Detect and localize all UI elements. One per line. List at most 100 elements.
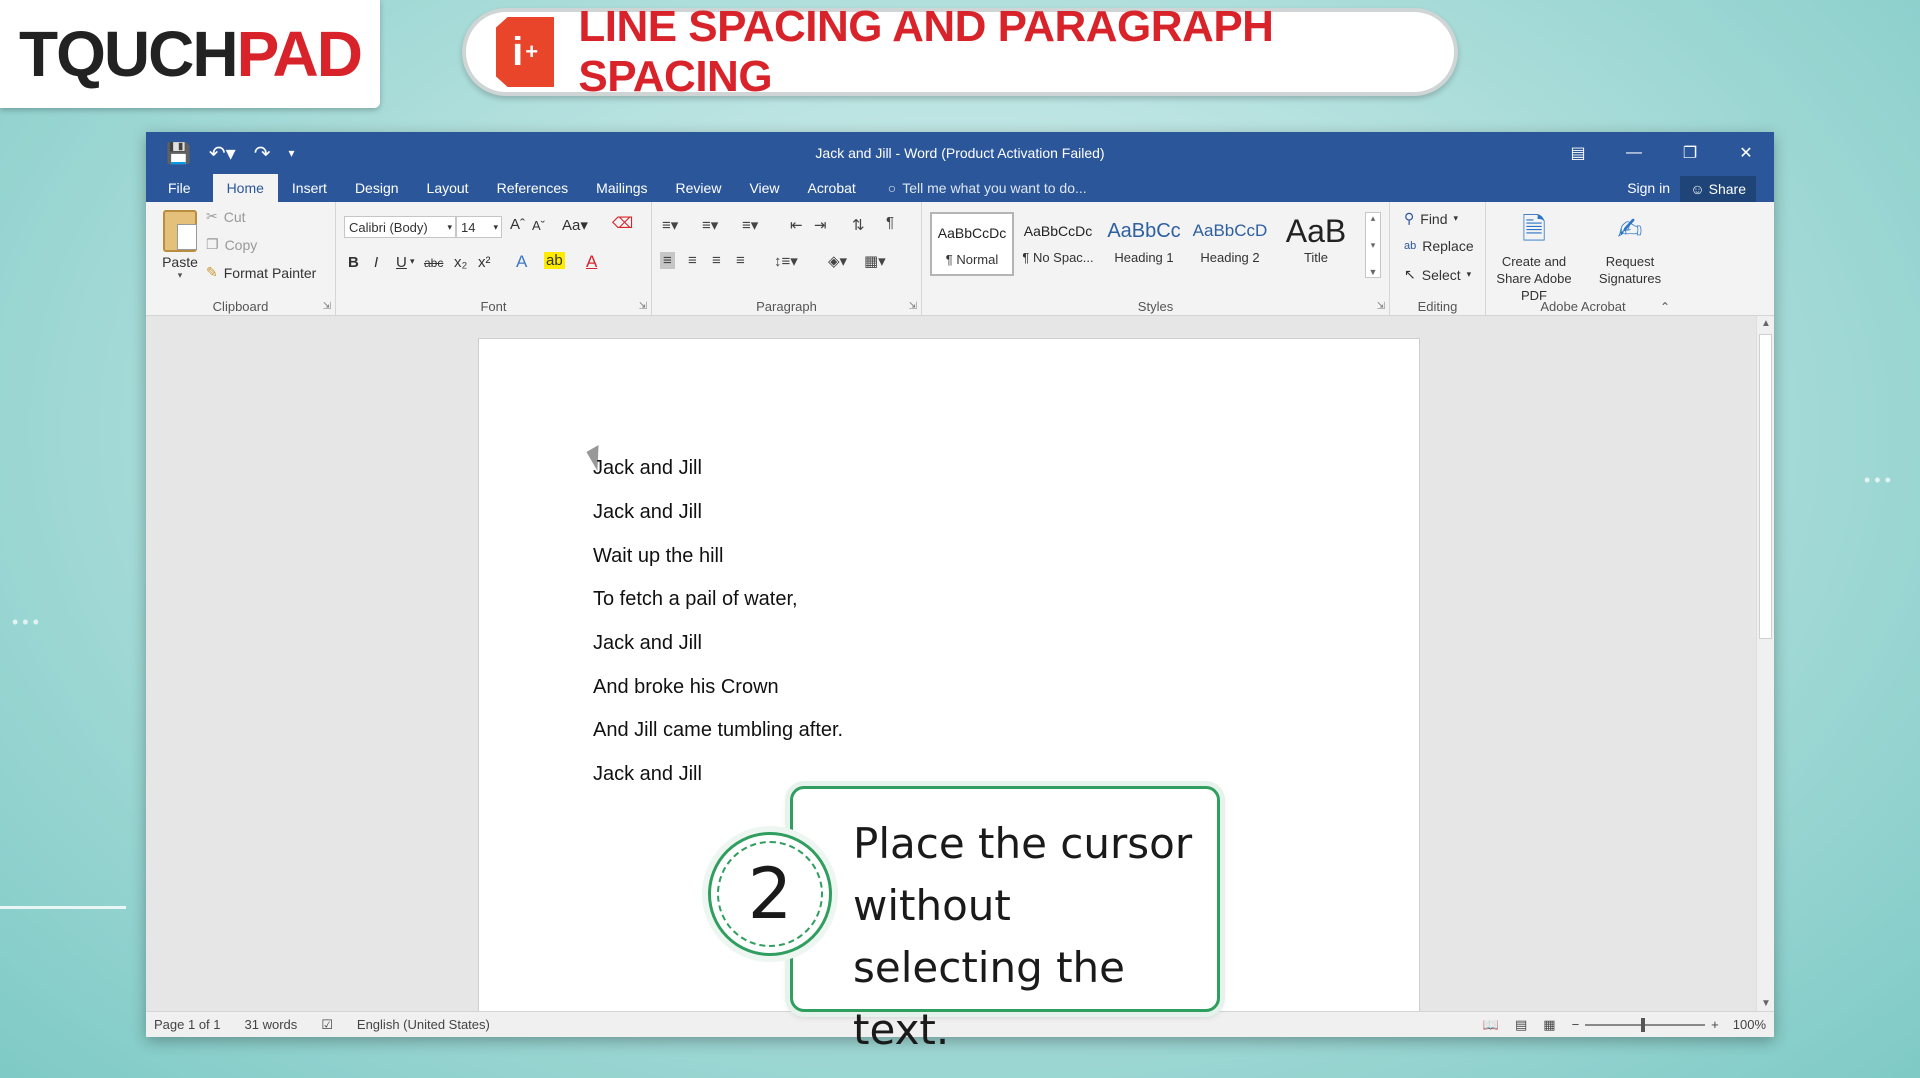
share-button[interactable]: ☺ Share <box>1680 176 1756 202</box>
print-layout-icon[interactable]: ▤ <box>1515 1017 1527 1033</box>
bullets-icon[interactable]: ≡▾ <box>662 216 678 234</box>
style-no-spacing[interactable]: AaBbCcDc ¶ No Spac... <box>1016 212 1100 276</box>
close-button[interactable]: ✕ <box>1718 132 1774 174</box>
grow-font-icon[interactable]: Aˆ <box>510 216 525 233</box>
language[interactable]: English (United States) <box>357 1017 490 1032</box>
replace-button[interactable]: ab Replace <box>1404 238 1474 254</box>
tab-acrobat[interactable]: Acrobat <box>794 174 870 202</box>
minimize-button[interactable]: — <box>1606 132 1662 174</box>
chevron-down-icon[interactable]: ▼ <box>1757 998 1774 1009</box>
web-layout-icon[interactable]: ▦ <box>1543 1017 1555 1033</box>
chevron-up-icon[interactable]: ▲ <box>1757 318 1774 329</box>
subscript-icon[interactable]: x₂ <box>454 254 467 271</box>
font-size-select[interactable]: 14 ▾ <box>456 216 502 238</box>
collapse-ribbon-icon[interactable]: ⌃ <box>1660 300 1670 314</box>
tab-home[interactable]: Home <box>212 174 278 202</box>
ribbon-display-options-icon[interactable]: ▤ <box>1550 132 1606 174</box>
tell-me-box[interactable]: ○ Tell me what you want to do... <box>888 174 1087 202</box>
line-spacing-icon[interactable]: ↕≡▾ <box>774 252 798 270</box>
sort-icon[interactable]: ⇅ <box>852 216 865 234</box>
chevron-down-icon[interactable]: ▾ <box>1371 240 1376 251</box>
justify-icon[interactable]: ≡ <box>736 252 745 269</box>
increase-indent-icon[interactable]: ⇥ <box>814 216 827 234</box>
chevron-up-icon[interactable]: ▴ <box>1371 213 1376 224</box>
shading-icon[interactable]: ◈▾ <box>828 252 847 270</box>
align-left-icon[interactable]: ≡ <box>660 252 675 269</box>
style-heading-1[interactable]: AaBbCc Heading 1 <box>1102 212 1186 276</box>
paragraph-line[interactable]: To fetch a pail of water, <box>593 588 798 611</box>
word-count[interactable]: 31 words <box>245 1017 298 1032</box>
zoom-in-icon[interactable]: + <box>1711 1017 1719 1032</box>
style-title[interactable]: AaB Title <box>1274 212 1358 276</box>
tab-review[interactable]: Review <box>662 174 736 202</box>
chevron-down-icon[interactable]: ▾ <box>410 256 415 267</box>
tab-references[interactable]: References <box>483 174 583 202</box>
style-normal[interactable]: AaBbCcDc ¶ Normal <box>930 212 1014 276</box>
paragraph-line[interactable]: Jack and Jill <box>593 501 702 524</box>
dialog-launcher-icon[interactable]: ⇲ <box>639 301 647 312</box>
vertical-scrollbar[interactable]: ▲ ▼ <box>1756 316 1774 1011</box>
paragraph-line[interactable]: Wait up the hill <box>593 545 723 568</box>
save-icon[interactable]: 💾 <box>166 141 191 166</box>
pilcrow-icon[interactable]: ¶ <box>886 214 894 231</box>
underline-icon[interactable]: U <box>396 254 407 271</box>
customize-icon[interactable]: ▾ <box>288 146 294 160</box>
paragraph-line[interactable]: And broke his Crown <box>593 676 779 699</box>
styles-gallery-scroll[interactable]: ▴ ▾ ▼ <box>1365 212 1381 278</box>
borders-icon[interactable]: ▦▾ <box>864 252 886 270</box>
zoom-level[interactable]: 100% <box>1733 1017 1766 1032</box>
text-effects-icon[interactable]: A <box>516 252 527 272</box>
paragraph-line[interactable]: Jack and Jill <box>593 457 702 480</box>
strikethrough-icon[interactable]: abc <box>424 256 443 270</box>
sign-in-link[interactable]: Sign in <box>1627 174 1670 202</box>
multilevel-list-icon[interactable]: ≡▾ <box>742 216 758 234</box>
zoom-out-icon[interactable]: − <box>1572 1017 1580 1032</box>
tab-layout[interactable]: Layout <box>413 174 483 202</box>
shrink-font-icon[interactable]: Aˇ <box>532 218 545 233</box>
page-count[interactable]: Page 1 of 1 <box>154 1017 221 1032</box>
dialog-launcher-icon[interactable]: ⇲ <box>1377 301 1385 312</box>
tab-design[interactable]: Design <box>341 174 413 202</box>
decrease-indent-icon[interactable]: ⇤ <box>790 216 803 234</box>
redo-icon[interactable]: ↷ <box>254 141 271 166</box>
cut-button[interactable]: ✂ Cut <box>206 208 246 225</box>
superscript-icon[interactable]: x² <box>478 254 491 271</box>
find-button[interactable]: ⚲ Find ▾ <box>1404 210 1458 227</box>
dialog-launcher-icon[interactable]: ⇲ <box>323 301 331 312</box>
align-right-icon[interactable]: ≡ <box>712 252 721 269</box>
restore-button[interactable]: ❐ <box>1662 132 1718 174</box>
cursor-icon: ↖ <box>1404 266 1416 282</box>
font-name-select[interactable]: Calibri (Body) ▾ <box>344 216 456 238</box>
paste-button[interactable]: Paste ▾ <box>156 210 204 281</box>
more-icon[interactable]: ▼ <box>1369 267 1378 277</box>
italic-icon[interactable]: I <box>374 254 378 271</box>
read-mode-icon[interactable]: 📖 <box>1483 1017 1499 1033</box>
request-signatures-button[interactable]: ✍ Request Signatures <box>1582 210 1678 288</box>
ribbon-tabs: File Home Insert Design Layout Reference… <box>146 174 1774 202</box>
dialog-launcher-icon[interactable]: ⇲ <box>909 301 917 312</box>
scrollbar-thumb[interactable] <box>1759 334 1772 639</box>
highlight-icon[interactable]: ab <box>544 252 565 269</box>
tab-file[interactable]: File <box>154 174 205 202</box>
zoom-slider-thumb[interactable] <box>1641 1017 1646 1032</box>
numbering-icon[interactable]: ≡▾ <box>702 216 718 234</box>
format-painter-button[interactable]: ✎ Format Painter <box>206 264 316 281</box>
create-share-pdf-button[interactable]: 🗎 Create and Share Adobe PDF <box>1486 210 1582 305</box>
tab-view[interactable]: View <box>735 174 793 202</box>
paragraph-line[interactable]: And Jill came tumbling after. <box>593 719 843 742</box>
paragraph-line[interactable]: Jack and Jill <box>593 763 702 786</box>
align-center-icon[interactable]: ≡ <box>688 252 697 269</box>
paragraph-line[interactable]: Jack and Jill <box>593 632 702 655</box>
change-case-icon[interactable]: Aa▾ <box>562 216 588 234</box>
undo-icon[interactable]: ↶▾ <box>209 141 236 166</box>
style-heading-2[interactable]: AaBbCcD Heading 2 <box>1188 212 1272 276</box>
font-color-icon[interactable]: A <box>586 252 597 272</box>
clear-formatting-icon[interactable]: ⌫ <box>612 214 633 232</box>
bold-icon[interactable]: B <box>348 254 359 271</box>
copy-button[interactable]: ❐ Copy <box>206 236 257 253</box>
select-button[interactable]: ↖ Select ▾ <box>1404 266 1471 283</box>
tab-insert[interactable]: Insert <box>278 174 341 202</box>
proofing-icon[interactable]: ☑ <box>321 1017 333 1033</box>
tab-mailings[interactable]: Mailings <box>582 174 661 202</box>
zoom-slider[interactable] <box>1585 1017 1706 1032</box>
